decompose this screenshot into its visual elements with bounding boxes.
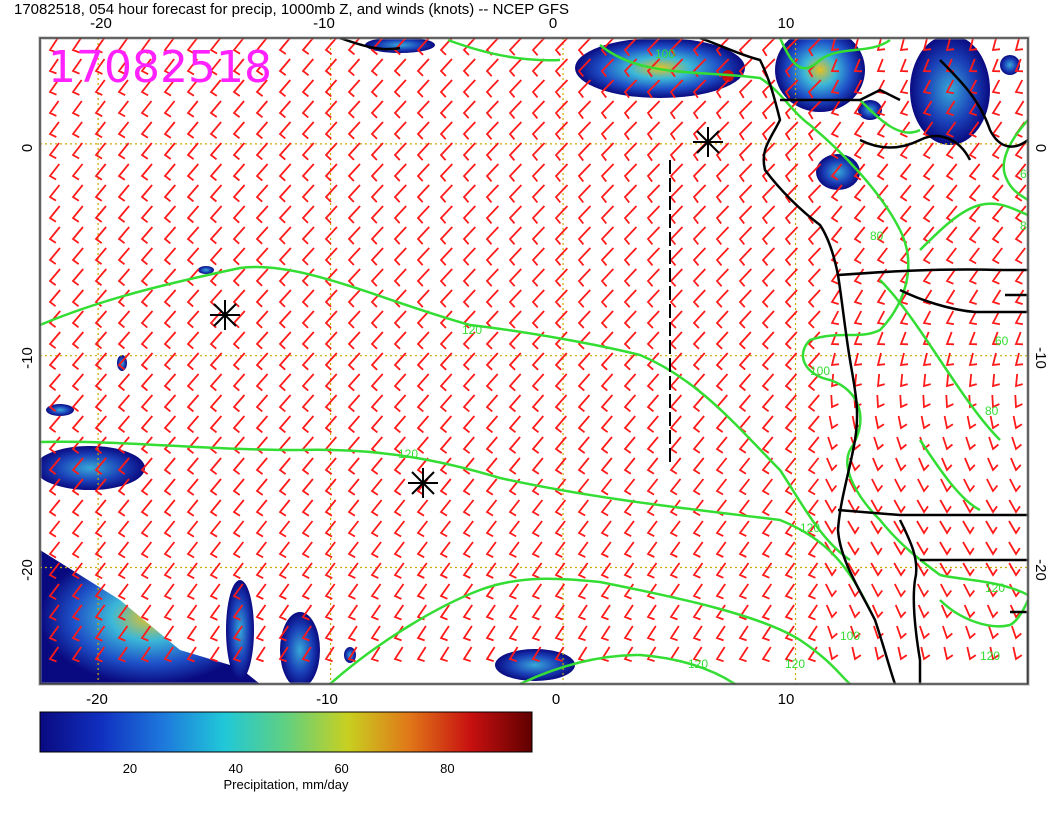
lon-tick-bottom: -10 — [316, 691, 338, 708]
lat-tick-left: 0 — [19, 144, 36, 152]
precip-area — [198, 266, 214, 274]
colorbar-label: Precipitation, mm/day — [224, 777, 349, 792]
contour-label: 60 — [995, 334, 1009, 348]
lon-tick-top: 10 — [778, 15, 795, 32]
precip-area — [1000, 55, 1020, 75]
contour-label: 120 — [985, 581, 1005, 595]
lat-tick-right: 0 — [1032, 144, 1049, 152]
precip-area — [816, 154, 860, 190]
contour-label: 120 — [785, 657, 805, 671]
lon-tick-top: -10 — [313, 15, 335, 32]
high-center-marker — [210, 300, 240, 330]
forecast-time-stamp: 17082518 — [48, 42, 272, 93]
colorbar: 20 40 60 80 Precipitation, mm/day — [39, 711, 533, 792]
contour-label: 100 — [810, 364, 830, 378]
lat-tick-right: -10 — [1032, 347, 1049, 369]
lon-tick-bottom: 0 — [552, 691, 560, 708]
contour-label: 80 — [985, 404, 999, 418]
colorbar-tick-label: 20 — [123, 761, 137, 776]
contour-label: 100 — [840, 629, 860, 643]
colorbar-gradient — [39, 711, 533, 753]
contour-label: 120 — [800, 521, 820, 535]
colorbar-tick-label: 40 — [229, 761, 243, 776]
contour-label: 80 — [870, 229, 884, 243]
low-center-marker — [693, 127, 723, 157]
lat-tick-left: -20 — [19, 559, 36, 581]
lon-tick-bottom: 10 — [778, 691, 795, 708]
lat-tick-right: -20 — [1032, 559, 1049, 581]
contour-label: 120 — [980, 649, 1000, 663]
colorbar-tick-label: 60 — [334, 761, 348, 776]
map-plot-area: 120 120 120 120 100 80 60 80 100 120 100… — [40, 38, 1028, 684]
lat-tick-left: -10 — [19, 347, 36, 369]
colorbar-tick-label: 80 — [440, 761, 454, 776]
contour-label: 120 — [398, 447, 418, 461]
contour-label: 120 — [462, 323, 482, 337]
forecast-map: 17082518, 054 hour forecast for precip, … — [14, 1, 1049, 792]
lon-tick-top: 0 — [549, 15, 557, 32]
colorbar-ticks: 20 40 60 80 — [123, 761, 455, 776]
lon-tick-top: -20 — [90, 15, 112, 32]
contour-label: 120 — [688, 657, 708, 671]
lon-tick-bottom: -20 — [86, 691, 108, 708]
contour-label: 100 — [655, 47, 675, 61]
high-center-marker — [408, 468, 438, 498]
